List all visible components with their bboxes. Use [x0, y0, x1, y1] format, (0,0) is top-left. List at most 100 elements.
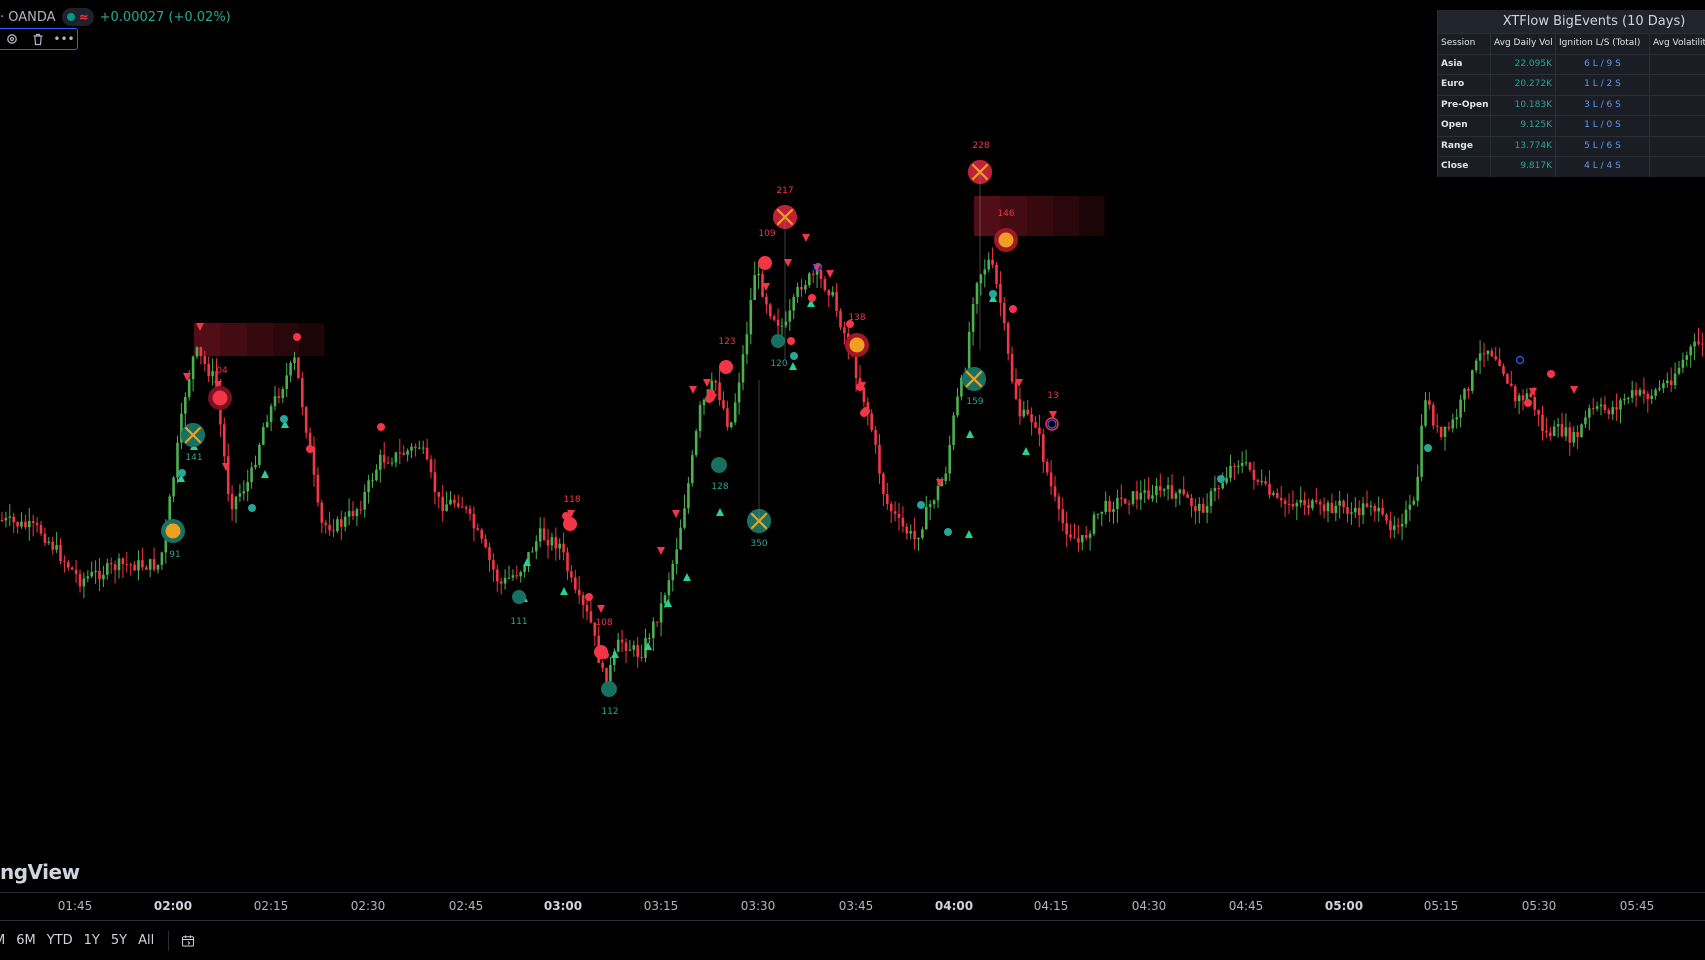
status-pill[interactable]: ≈ — [61, 8, 94, 26]
candle-body — [1697, 341, 1700, 344]
candle-body — [1354, 507, 1357, 513]
signal-dot-icon — [248, 504, 256, 512]
candle-body — [1677, 367, 1681, 374]
calendar-icon[interactable] — [181, 934, 195, 948]
volatility-cell — [1650, 157, 1705, 177]
table-header-row: Session Avg Daily Vol Ignition L/S (Tota… — [1438, 33, 1705, 54]
candle-body — [652, 621, 655, 639]
table-row: Asia 22.095K 6 L / 9 S — [1438, 53, 1705, 74]
header-ignition: Ignition L/S (Total) — [1556, 34, 1650, 54]
indicator-controls[interactable]: ••• — [0, 28, 78, 50]
candle-body — [542, 528, 546, 540]
candle-body — [691, 455, 694, 484]
signal-dot-icon — [856, 383, 864, 391]
header-volume: Avg Daily Vol — [1491, 34, 1556, 54]
candle-body — [496, 569, 499, 582]
candle-body — [1264, 481, 1267, 484]
candle-body — [1057, 496, 1061, 510]
buy-arrow-icon — [560, 587, 568, 595]
range-button-1y[interactable]: 1Y — [84, 933, 100, 948]
time-label: 05:30 — [1521, 899, 1557, 913]
candle-body — [726, 408, 729, 428]
range-button-all[interactable]: All — [138, 933, 154, 948]
candle-body — [1084, 535, 1088, 538]
candle-body — [1151, 495, 1154, 499]
candle-body — [507, 577, 511, 579]
candle-body — [1451, 419, 1455, 429]
range-button-6m[interactable]: 6M — [16, 933, 36, 948]
signal-dot-icon — [1424, 444, 1432, 452]
candle-body — [152, 559, 156, 570]
candle-body — [1510, 383, 1513, 387]
candle-body — [301, 378, 304, 408]
candle-body — [1069, 534, 1072, 538]
candle-body — [909, 531, 912, 534]
signal-dot-icon — [944, 528, 952, 536]
candle-body — [698, 405, 702, 432]
candle-body — [1170, 485, 1174, 499]
candle-body — [1053, 486, 1057, 497]
candle-body — [1389, 520, 1392, 530]
range-button-ytd[interactable]: YTD — [47, 933, 73, 948]
candle-body — [1681, 359, 1685, 368]
candle-body — [0, 520, 4, 521]
candle-body — [4, 517, 8, 521]
candle-body — [1182, 489, 1185, 495]
candle-body — [854, 353, 858, 379]
candle-body — [258, 444, 261, 465]
candle-body — [386, 462, 390, 464]
candle-body — [1112, 508, 1115, 512]
candle-body — [1190, 497, 1193, 507]
range-button-m[interactable]: M — [0, 933, 5, 948]
candle-body — [316, 474, 320, 503]
time-label: 04:00 — [934, 899, 974, 913]
candle-body — [293, 357, 296, 363]
candle-body — [1244, 462, 1248, 464]
candle-body — [1186, 494, 1189, 498]
candle-body — [1030, 414, 1033, 423]
time-label: 04:45 — [1228, 899, 1264, 913]
ignition-cell: 1 L / 0 S — [1556, 116, 1650, 136]
candle-body — [519, 571, 522, 577]
candle-body — [558, 543, 561, 549]
candle-body — [1572, 432, 1575, 443]
event-circle-icon — [771, 334, 785, 348]
candle-body — [788, 310, 792, 322]
candle-body — [1217, 488, 1221, 490]
candle-body — [207, 363, 210, 377]
candle-body — [737, 382, 741, 403]
candle-body — [683, 508, 686, 528]
candle-body — [811, 273, 815, 275]
candle-body — [86, 576, 90, 579]
candle-body — [51, 541, 54, 550]
candle-body — [195, 347, 199, 357]
more-icon[interactable]: ••• — [53, 32, 74, 46]
sell-arrow-icon — [597, 605, 605, 613]
candle-body — [1131, 491, 1135, 504]
candle-body — [1373, 505, 1377, 512]
signal-dot-icon — [585, 593, 593, 601]
candle-body — [624, 642, 628, 651]
candle-body — [1010, 353, 1014, 382]
event-label: 108 — [595, 618, 612, 628]
event-label: 120 — [770, 359, 787, 369]
candle-body — [1100, 511, 1104, 514]
candle-body — [457, 503, 460, 507]
candle-body — [1225, 477, 1228, 483]
candle-body — [796, 286, 799, 297]
candle-body — [55, 544, 58, 550]
candle-body — [1022, 409, 1026, 417]
sell-arrow-icon — [1570, 386, 1578, 394]
trash-icon[interactable] — [31, 32, 45, 46]
time-axis[interactable]: 01:45 02:00 02:15 02:30 02:45 03:00 03:15 03:30… — [0, 892, 1705, 920]
candle-body — [1042, 434, 1045, 462]
candle-body — [277, 396, 281, 398]
candle-body — [320, 502, 324, 523]
range-button-5y[interactable]: 5Y — [111, 933, 127, 948]
candle-body — [156, 564, 160, 570]
candle-body — [1330, 502, 1334, 514]
ignition-cell: 3 L / 6 S — [1556, 95, 1650, 115]
symbol-legend[interactable]: · OANDA ≈ +0.00027 (+0.02%) — [0, 8, 231, 26]
settings-icon[interactable] — [5, 32, 19, 46]
candle-body — [1459, 399, 1462, 418]
